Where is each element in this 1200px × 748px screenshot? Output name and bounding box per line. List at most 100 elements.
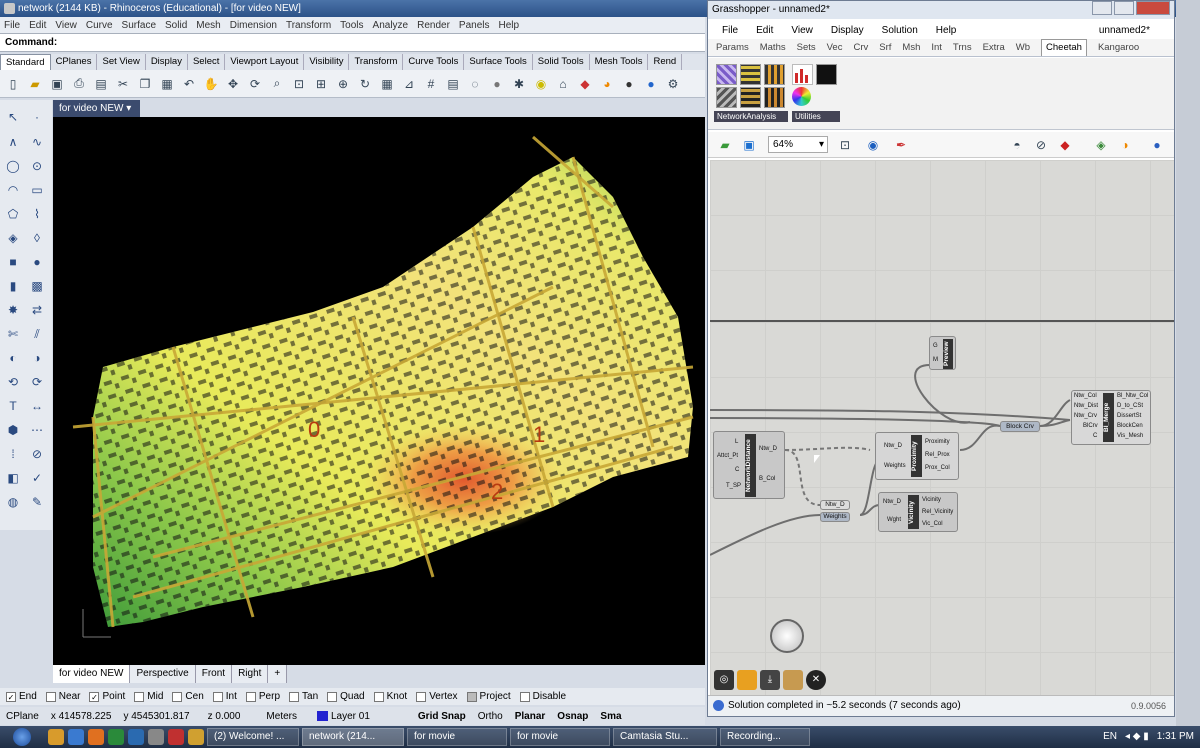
text-icon[interactable]: T	[3, 397, 23, 415]
ntw-d-relay[interactable]: Ntw_D	[820, 500, 850, 510]
polygon-icon[interactable]: ⬠	[3, 205, 23, 223]
bulb-icon[interactable]: ◉	[532, 75, 550, 93]
rotate-view-icon[interactable]: ⟳	[246, 75, 264, 93]
options-icon[interactable]: ⚙	[664, 75, 682, 93]
osnap-near-checkbox[interactable]	[45, 691, 56, 702]
osnap-mid[interactable]: Mid	[134, 691, 163, 702]
radial-menu-icon[interactable]	[770, 619, 804, 653]
gh-save-icon[interactable]: ▣	[740, 136, 758, 154]
preview-shaded-icon[interactable]: ◓	[1008, 136, 1026, 154]
osnap-point-checkbox[interactable]: ✓	[89, 691, 100, 702]
gh-tab-sets[interactable]: Sets	[797, 40, 816, 56]
quicklaunch-pdf-icon[interactable]	[168, 729, 184, 745]
widget-close-icon[interactable]: ✕	[806, 670, 826, 690]
explode-icon[interactable]: ✸	[3, 301, 23, 319]
cut-icon[interactable]: ✂	[114, 75, 132, 93]
network-input-attct-pt[interactable]: Attct_Pt	[717, 453, 738, 459]
menu-tools[interactable]: Tools	[340, 20, 363, 31]
tab-viewport-layout[interactable]: Viewport Layout	[225, 54, 305, 70]
network-analysis-tool-2-icon[interactable]	[740, 64, 761, 85]
proximity-input-weights[interactable]: Weights	[884, 463, 906, 469]
undo-icon[interactable]: ↶	[180, 75, 198, 93]
gh-open-icon[interactable]: ▰	[716, 136, 734, 154]
graph-icon[interactable]	[816, 64, 837, 85]
grid-snap-toggle[interactable]: Grid Snap	[412, 711, 472, 722]
preview-wire-icon[interactable]: ⊘	[1032, 136, 1050, 154]
merge-input-ntw-dist[interactable]: Ntw_Dist	[1074, 403, 1098, 409]
gh-tab-params[interactable]: Params	[716, 40, 749, 56]
proximity-component[interactable]: Ntw_D Weights Proximity Proximity Rel_Pr…	[875, 432, 959, 480]
merge-output-vis-mesh[interactable]: Vis_Mesh	[1117, 433, 1143, 439]
widget-box-icon[interactable]	[783, 670, 803, 690]
merge-input-ntw-crv[interactable]: Ntw_Crv	[1074, 413, 1097, 419]
network-output-ntw-d[interactable]: Ntw_D	[759, 446, 777, 452]
minimize-button[interactable]	[1092, 1, 1112, 15]
menu-render[interactable]: Render	[417, 20, 450, 31]
menu-surface[interactable]: Surface	[122, 20, 156, 31]
gh-menu-help[interactable]: Help	[936, 25, 957, 36]
close-button[interactable]	[1136, 1, 1170, 15]
osnap-int[interactable]: Int	[212, 691, 237, 702]
material-icon[interactable]: ◆	[576, 75, 594, 93]
print-icon[interactable]: ⎙	[70, 75, 88, 93]
viewport-tab-for-video[interactable]: for video NEW	[53, 665, 131, 683]
viewport-tab-perspective[interactable]: Perspective	[130, 665, 196, 683]
grid-icon[interactable]: #	[422, 75, 440, 93]
layer-swatch-icon[interactable]	[316, 711, 328, 721]
block-icon[interactable]: ⬢	[3, 421, 23, 439]
language-indicator[interactable]: EN	[1103, 726, 1117, 748]
tab-select[interactable]: Select	[188, 54, 226, 70]
surface-icon[interactable]: ◈	[3, 229, 23, 247]
mesh-icon[interactable]: ▩	[27, 277, 47, 295]
menu-curve[interactable]: Curve	[86, 20, 113, 31]
tab-render[interactable]: Rend	[648, 54, 683, 70]
osnap-tan-checkbox[interactable]	[289, 691, 300, 702]
viewport-tab-right[interactable]: Right	[232, 665, 269, 683]
render-sphere-icon[interactable]: ●	[620, 75, 638, 93]
osnap-knot-checkbox[interactable]	[373, 691, 384, 702]
osnap-cen-checkbox[interactable]	[172, 691, 183, 702]
dimension-icon[interactable]: ↔	[27, 397, 47, 415]
sketch-pen-icon[interactable]: ✒	[892, 136, 910, 154]
map-viewport[interactable]: 0 1 2	[53, 117, 705, 665]
network-distance-component[interactable]: L Attct_Pt C T_SP NetworkDistance Ntw_D …	[713, 431, 785, 499]
add-viewport-tab-button[interactable]: +	[268, 665, 288, 683]
copy-icon[interactable]: ❐	[136, 75, 154, 93]
status-layer[interactable]: Layer 01	[328, 711, 376, 722]
tab-display[interactable]: Display	[146, 54, 188, 70]
gh-tab-vec[interactable]: Vec	[827, 40, 843, 56]
osnap-vertex[interactable]: Vertex	[416, 691, 458, 702]
block-crv-relay[interactable]: Block Crv	[1000, 421, 1040, 432]
taskbar-camtasia[interactable]: Camtasia Stu...	[613, 728, 717, 746]
preview-eye-icon[interactable]: ◉	[864, 136, 882, 154]
layer-icon[interactable]: ◧	[3, 469, 23, 487]
osnap-quad[interactable]: Quad	[327, 691, 365, 702]
gh-tab-int[interactable]: Int	[931, 40, 942, 56]
osnap-near[interactable]: Near	[45, 691, 80, 702]
osnap-perp[interactable]: Perp	[245, 691, 280, 702]
zoom-dropdown[interactable]: 64% ▾	[768, 136, 828, 153]
boolean-icon[interactable]: ◐	[3, 349, 23, 367]
loft-icon[interactable]: ◊	[27, 229, 47, 247]
zoom-extents-icon[interactable]: ⊞	[312, 75, 330, 93]
zoom-extents-icon[interactable]: ⊡	[836, 136, 854, 154]
menu-help[interactable]: Help	[499, 20, 520, 31]
new-file-icon[interactable]: ▯	[4, 75, 22, 93]
analyze-icon[interactable]: ⊘	[27, 445, 47, 463]
four-view-icon[interactable]: ▦	[378, 75, 396, 93]
merge-input-c[interactable]: C	[1093, 433, 1097, 439]
vicinity-input-wght[interactable]: Wght	[887, 517, 901, 523]
gh-tab-extra[interactable]: Extra	[983, 40, 1005, 56]
quicklaunch-rhino-icon[interactable]	[148, 729, 164, 745]
network-analysis-tool-5-icon[interactable]	[740, 87, 761, 108]
join-icon[interactable]: ⇄	[27, 301, 47, 319]
osnap-disable-checkbox[interactable]	[519, 691, 530, 702]
offset-icon[interactable]: ⟲	[3, 373, 23, 391]
grid-array-icon[interactable]: ⁞	[3, 445, 23, 463]
start-button[interactable]	[0, 726, 44, 748]
render-preview-icon[interactable]: ●	[642, 75, 660, 93]
move-icon[interactable]: ✥	[224, 75, 242, 93]
fillet-icon[interactable]: ◑	[27, 349, 47, 367]
proximity-output-rel-prox[interactable]: Rel_Prox	[925, 452, 950, 458]
gh-menu-edit[interactable]: Edit	[756, 25, 773, 36]
